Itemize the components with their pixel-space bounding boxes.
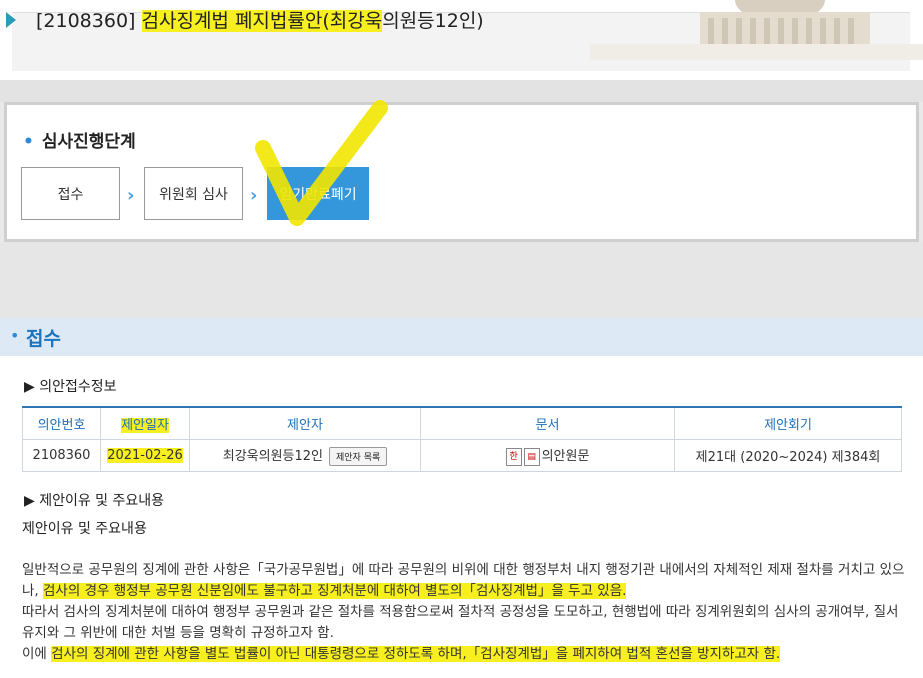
reason-heading: ▶ 제안이유 및 주요내용 xyxy=(24,493,165,509)
page-header: [2108360] 검사징계법 폐지법률안(최강욱의원등12인) xyxy=(0,0,923,80)
cell-proposer: 최강욱의원등12인 제안자 목록 xyxy=(189,439,421,472)
cell-date: 2021-02-26 xyxy=(100,439,190,472)
assembly-building-image xyxy=(590,0,923,60)
progress-section: • 심사진행단계 접수 › 위원회 심사 › 임기만료폐기 xyxy=(4,102,919,242)
reception-content: ▶ 의안접수정보 의안번호 제안일자 제안자 문서 제안회기 2108360 2… xyxy=(0,356,923,678)
pdf-file-icon[interactable]: ▤ xyxy=(523,447,540,466)
bullet-icon: • xyxy=(10,326,20,345)
cell-date-value: 2021-02-26 xyxy=(107,448,183,463)
progress-title-text: 심사진행단계 xyxy=(41,132,136,152)
cell-session: 제21대 (2020~2024) 제384회 xyxy=(674,439,902,472)
paragraph-3-highlight: 검사의 징계에 관한 사항을 별도 법률이 아닌 대통령령으로 정하도록 하며,… xyxy=(51,646,781,662)
proposer-name: 최강욱의원등12인 xyxy=(222,449,323,464)
cell-bill-no: 2108360 xyxy=(22,439,101,472)
table-row: 2108360 2021-02-26 최강욱의원등12인 제안자 목록 한 ▤ 의안원… xyxy=(22,439,902,472)
step-received: 접수 xyxy=(21,167,120,220)
paragraph-1-highlight: 검사의 경우 행정부 공무원 신분임에도 불구하고 징계처분에 대하여 별도의「… xyxy=(43,583,627,599)
col-session: 제안회기 xyxy=(674,406,902,440)
paragraph-3-text: 이에 xyxy=(22,646,52,662)
bill-title-rest: 의원등12인) xyxy=(382,10,484,32)
table-header-row: 의안번호 제안일자 제안자 문서 제안회기 xyxy=(22,406,902,440)
reason-subtitle: 제안이유 및 주요내용 xyxy=(22,521,147,537)
reason-body: 일반적으로 공무원의 징계에 관한 사항은「국가공무원법」에 따라 공무원의 비… xyxy=(22,560,907,665)
reception-section-header: • 접수 xyxy=(0,318,923,356)
col-bill-no: 의안번호 xyxy=(22,406,101,440)
step-committee-review: 위원회 심사 xyxy=(144,167,243,220)
header-gap xyxy=(0,80,923,102)
col-document: 문서 xyxy=(420,406,675,440)
bill-title-highlighted: 검사징계법 폐지법률안(최강욱 xyxy=(141,10,383,32)
bill-info-table: 의안번호 제안일자 제안자 문서 제안회기 2108360 2021-02-26… xyxy=(22,406,902,472)
hwp-file-icon[interactable]: 한 xyxy=(505,447,522,466)
col-proposer: 제안자 xyxy=(189,406,421,440)
paragraph-2: 따라서 검사의 징계처분에 대하여 행정부 공무원과 같은 절차를 적용함으로써… xyxy=(22,604,899,641)
proposer-list-button[interactable]: 제안자 목록 xyxy=(329,447,388,466)
info-heading: ▶ 의안접수정보 xyxy=(24,379,117,395)
checkmark-annotation-icon xyxy=(255,100,388,226)
col-date-label: 제안일자 xyxy=(121,418,169,433)
paragraph-3: 이에 검사의 징계에 관한 사항을 별도 법률이 아닌 대통령령으로 정하도록 … xyxy=(22,644,907,665)
bill-title: [2108360] 검사징계법 폐지법률안(최강욱의원등12인) xyxy=(36,6,484,33)
reception-title: 접수 xyxy=(26,328,61,350)
bullet-icon: • xyxy=(23,132,34,152)
section-gap xyxy=(0,242,923,318)
bill-number: [2108360] xyxy=(36,10,136,32)
paragraph-1: 일반적으로 공무원의 징계에 관한 사항은「국가공무원법」에 따라 공무원의 비… xyxy=(22,560,907,602)
progress-section-title: • 심사진행단계 xyxy=(23,127,136,152)
chevron-right-icon: › xyxy=(127,185,135,206)
document-link[interactable]: 의안원문 xyxy=(542,449,590,464)
col-date: 제안일자 xyxy=(100,406,190,440)
cell-document: 한 ▤ 의안원문 xyxy=(420,439,675,472)
play-arrow-icon xyxy=(6,12,16,28)
